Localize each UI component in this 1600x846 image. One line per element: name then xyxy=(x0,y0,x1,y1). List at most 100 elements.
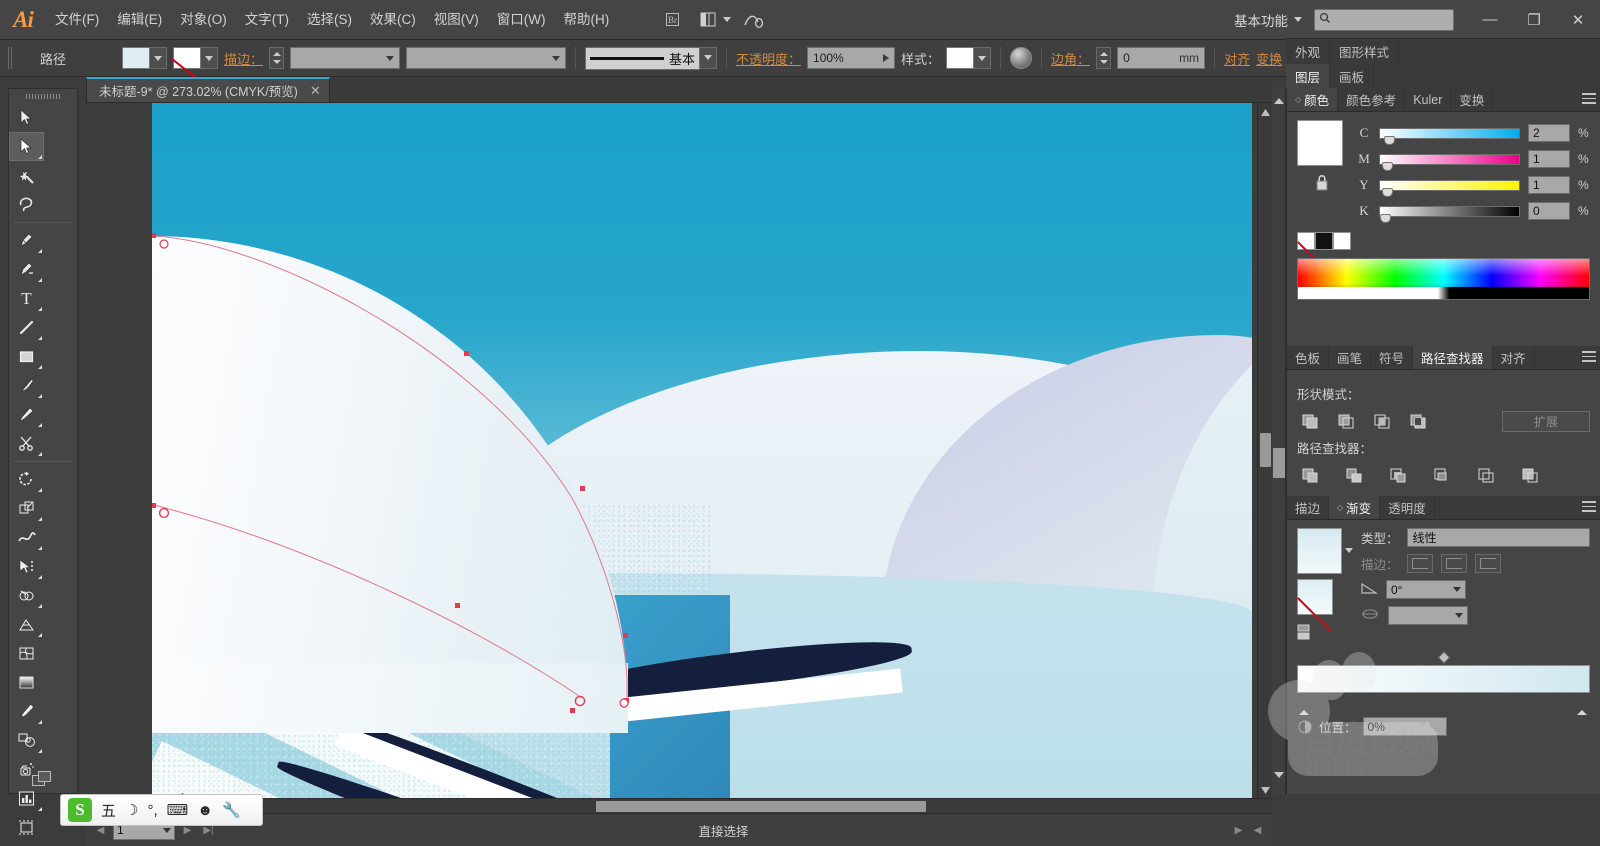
active-color-swatch[interactable] xyxy=(1297,120,1343,166)
intersect-button[interactable] xyxy=(1369,410,1395,432)
eyedropper-tool[interactable] xyxy=(9,697,44,726)
fill-dropdown-icon[interactable] xyxy=(150,47,167,69)
canvas-horizontal-scrollbar[interactable] xyxy=(86,798,1272,813)
tab-graphic-styles[interactable]: 图形样式 xyxy=(1330,39,1400,64)
menu-object[interactable]: 对象(O) xyxy=(171,0,236,40)
transform-button[interactable]: 变换 xyxy=(1256,49,1282,68)
dock-scroll-thumb[interactable] xyxy=(1273,448,1285,478)
opacity-label[interactable]: 不透明度： xyxy=(736,49,801,68)
mesh-tool[interactable] xyxy=(9,639,44,668)
artwork-selected-shape-base[interactable] xyxy=(152,663,628,733)
scroll-up-icon[interactable] xyxy=(1260,106,1271,117)
artboard[interactable] xyxy=(152,103,1252,813)
menu-help[interactable]: 帮助(H) xyxy=(554,0,618,40)
reverse-gradient-icon[interactable] xyxy=(1297,623,1319,641)
none-swatch[interactable] xyxy=(1297,232,1315,250)
bridge-button[interactable]: Br xyxy=(654,7,690,33)
dock-scroll-up-icon[interactable] xyxy=(1274,98,1284,104)
gradient-fill-stroke-swatch[interactable] xyxy=(1297,579,1333,615)
adobe-stock-button[interactable] xyxy=(736,7,772,33)
control-bar-grip[interactable] xyxy=(8,47,14,69)
tab-artboards[interactable]: 画板 xyxy=(1330,64,1375,89)
workspace-switcher[interactable]: 基本功能 xyxy=(1226,6,1310,34)
gradient-angle-input[interactable]: 0° xyxy=(1386,580,1466,599)
ime-toolbar[interactable]: S 五 ☽ °, ⌨ ☻ 🔧 xyxy=(60,794,263,826)
search-input[interactable] xyxy=(1314,8,1454,31)
free-transform-tool[interactable] xyxy=(9,552,44,581)
ime-logo-icon[interactable]: S xyxy=(68,798,92,822)
scale-tool[interactable] xyxy=(9,494,44,523)
menu-window[interactable]: 窗口(W) xyxy=(488,0,555,40)
pen-tool[interactable] xyxy=(9,226,44,255)
tab-appearance[interactable]: 外观 xyxy=(1286,39,1331,64)
magic-wand-tool[interactable] xyxy=(9,161,44,190)
chevron-down-icon[interactable] xyxy=(700,46,718,69)
gradient-slider[interactable] xyxy=(1297,651,1590,715)
ime-moon-icon[interactable]: ☽ xyxy=(125,801,138,819)
style-swatch[interactable] xyxy=(946,47,975,69)
tab-kuler[interactable]: Kuler xyxy=(1405,88,1452,111)
ime-settings-icon[interactable]: 🔧 xyxy=(222,801,241,819)
white-swatch[interactable] xyxy=(1333,232,1351,250)
fill-swatch[interactable] xyxy=(122,47,150,69)
blend-tool[interactable] xyxy=(9,726,44,755)
slider-k[interactable] xyxy=(1379,205,1520,223)
dock-rail[interactable] xyxy=(1272,88,1286,794)
menu-type[interactable]: 文字(T) xyxy=(236,0,298,40)
stroke-along-button[interactable] xyxy=(1440,554,1467,573)
artboard-tool[interactable] xyxy=(9,813,44,842)
tab-color-guide[interactable]: 颜色参考 xyxy=(1338,88,1406,111)
stroke-weight-input[interactable] xyxy=(290,47,401,69)
tab-transform[interactable]: 变换 xyxy=(1451,88,1494,111)
stroke-profile-select[interactable] xyxy=(406,47,567,69)
gradient-ramp[interactable] xyxy=(1297,665,1590,693)
direct-selection-tool[interactable] xyxy=(9,132,44,161)
tab-swatches[interactable]: 色板 xyxy=(1287,346,1330,369)
tab-stroke[interactable]: 描边 xyxy=(1287,496,1330,519)
panel-menu-icon[interactable] xyxy=(1582,93,1596,107)
value-c[interactable]: 2 xyxy=(1528,124,1570,142)
tab-brushes[interactable]: 画笔 xyxy=(1329,346,1372,369)
tab-symbols[interactable]: 符号 xyxy=(1371,346,1414,369)
corner-radius-input[interactable]: 0 mm xyxy=(1117,47,1206,69)
panel-menu-icon[interactable] xyxy=(1582,501,1596,515)
ime-keyboard-icon[interactable]: ⌨ xyxy=(167,801,189,819)
selection-tool[interactable] xyxy=(9,103,44,132)
gradient-midpoint-handle[interactable] xyxy=(1437,651,1450,664)
gradient-preview-swatch[interactable] xyxy=(1297,528,1342,574)
scroll-down-icon[interactable] xyxy=(1260,784,1271,795)
slider-y[interactable] xyxy=(1379,179,1520,197)
corner-label[interactable]: 边角： xyxy=(1051,49,1090,68)
ime-mode-wubi[interactable]: 五 xyxy=(101,800,116,821)
gradient-position-input[interactable]: 0% xyxy=(1362,717,1447,736)
line-segment-tool[interactable] xyxy=(9,313,44,342)
slider-m[interactable] xyxy=(1379,153,1520,171)
outline-button[interactable] xyxy=(1473,464,1499,486)
slice-tool[interactable] xyxy=(9,842,44,846)
lock-icon[interactable] xyxy=(1312,172,1332,194)
tab-pathfinder[interactable]: 路径查找器 xyxy=(1413,346,1493,369)
stroke-swatch[interactable] xyxy=(173,47,201,69)
chevron-down-icon[interactable] xyxy=(1345,548,1353,553)
recolor-artwork-icon[interactable] xyxy=(1010,47,1033,69)
value-m[interactable]: 1 xyxy=(1528,150,1570,168)
ime-user-icon[interactable]: ☻ xyxy=(197,802,213,819)
tab-color[interactable]: ◇ 颜色 xyxy=(1287,88,1339,111)
arrange-documents-button[interactable] xyxy=(690,7,736,33)
add-anchor-point-tool[interactable] xyxy=(9,255,44,284)
gradient-type-select[interactable]: 线性 xyxy=(1406,528,1590,547)
fill-color-control[interactable] xyxy=(122,47,167,69)
opacity-input[interactable]: 100% xyxy=(807,47,896,69)
value-y[interactable]: 1 xyxy=(1528,176,1570,194)
value-k[interactable]: 0 xyxy=(1528,202,1570,220)
slider-c[interactable] xyxy=(1379,127,1520,145)
menu-view[interactable]: 视图(V) xyxy=(425,0,488,40)
status-expand-icon[interactable]: ▶ xyxy=(1230,821,1247,840)
menu-edit[interactable]: 编辑(E) xyxy=(108,0,171,40)
minimize-button[interactable]: — xyxy=(1468,5,1512,35)
minus-back-button[interactable] xyxy=(1517,464,1543,486)
graphic-style-select[interactable] xyxy=(946,47,992,69)
merge-button[interactable] xyxy=(1385,464,1411,486)
crop-button[interactable] xyxy=(1429,464,1455,486)
status-collapse-icon[interactable]: ◀ xyxy=(1249,821,1266,840)
